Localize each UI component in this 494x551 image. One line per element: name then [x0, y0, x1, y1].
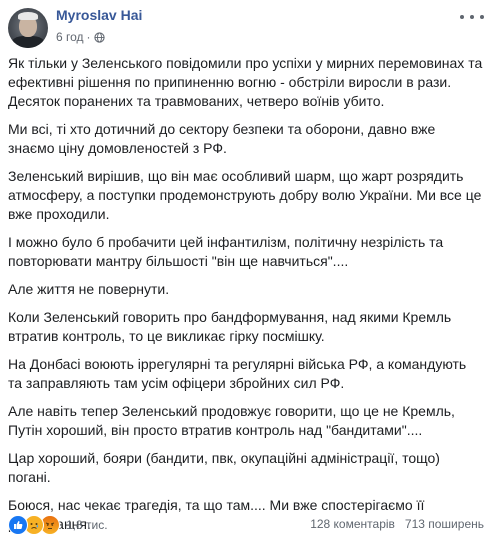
reaction-count[interactable]: 1,8 тис. — [66, 518, 108, 532]
globe-icon — [93, 31, 105, 43]
post-header: Myroslav Hai 6 год · — [0, 0, 494, 52]
comments-count[interactable]: 128 коментарів — [310, 517, 395, 531]
more-options-icon[interactable] — [460, 10, 484, 24]
like-reaction-icon — [8, 515, 28, 535]
shares-count[interactable]: 713 поширень — [405, 517, 484, 531]
post-paragraph: На Донбасі воюють іррегулярні та регуляр… — [8, 356, 467, 391]
author-name[interactable]: Myroslav Hai — [56, 7, 142, 23]
post-paragraph: Ми всі, ті хто дотичний до сектору безпе… — [8, 121, 436, 156]
post-stats: 1,8 тис. 128 коментарів 713 поширень — [8, 515, 484, 535]
post-text: Як тільки у Зеленського повідомили про у… — [8, 54, 484, 543]
post-meta: 6 год · — [56, 30, 105, 44]
post-paragraph: Коли Зеленський говорить про бандформува… — [8, 309, 452, 344]
post-paragraph: Але навіть тепер Зеленський продовжує го… — [8, 403, 455, 438]
reactions-summary[interactable]: 1,8 тис. — [8, 515, 108, 535]
post-paragraph: І можно було б пробачити цей інфантилізм… — [8, 234, 444, 269]
post-paragraph: Але життя не повернути. — [8, 281, 170, 297]
engagement-stats: 128 коментарів 713 поширень — [310, 517, 484, 531]
facebook-post: Myroslav Hai 6 год · Як тільки у Зеленсь… — [0, 0, 494, 551]
post-paragraph: Цар хороший, бояри (бандити, пвк, окупац… — [8, 450, 440, 485]
post-paragraph: Як тільки у Зеленського повідомили про у… — [8, 55, 483, 109]
author-avatar[interactable] — [8, 8, 48, 48]
post-time[interactable]: 6 год — [56, 30, 84, 44]
post-paragraph: Зеленський вирішив, що він має особливий… — [8, 168, 482, 222]
